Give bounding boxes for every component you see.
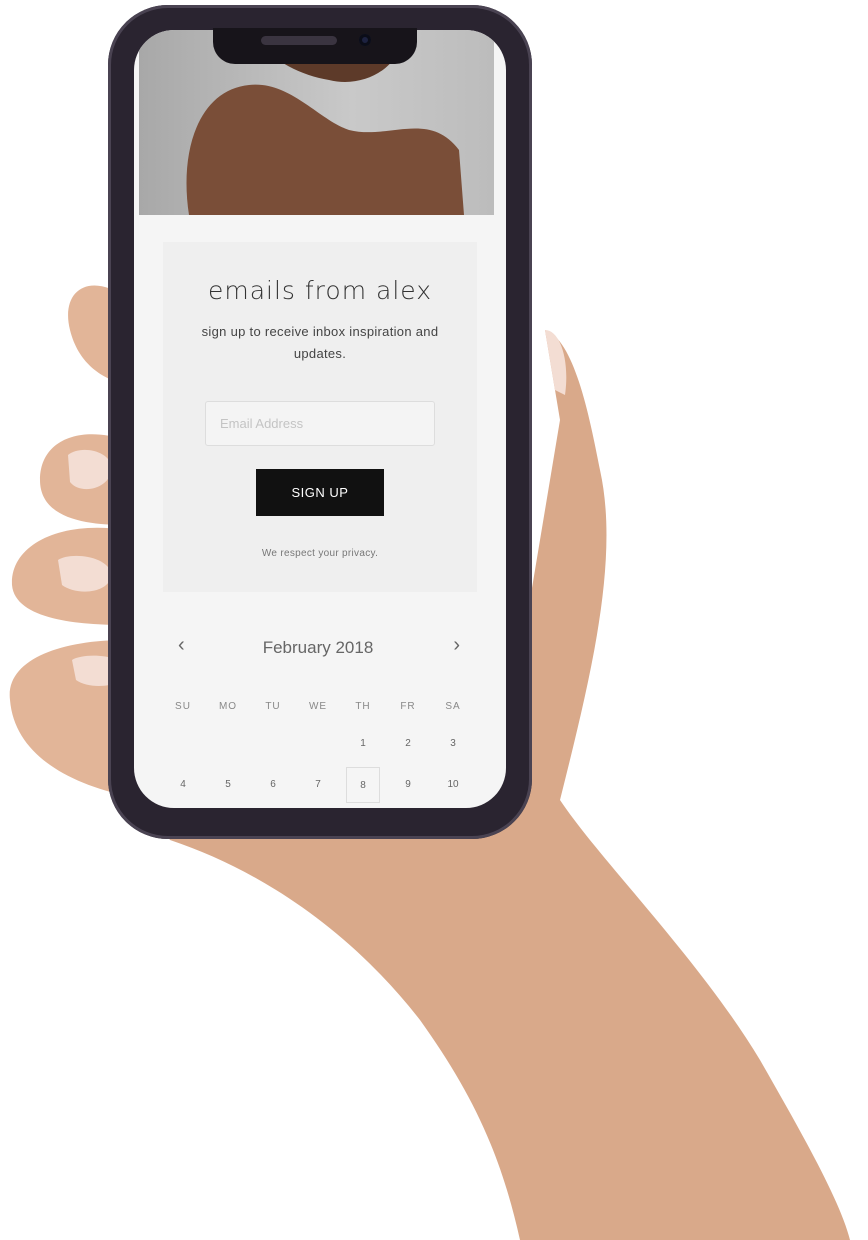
calendar-empty-cell: [162, 726, 204, 762]
signup-title: emails from alex: [207, 276, 433, 305]
speaker-grille: [261, 36, 337, 45]
calendar-empty-cell: [207, 726, 249, 762]
calendar-month: February 2018: [262, 638, 374, 657]
calendar: ‹ February 2018 › SU MO TU WE TH FR SA 1 2 3 4 5 6 7 8…: [162, 630, 474, 808]
weekday-label: FR: [400, 701, 416, 712]
calendar-header: ‹ February 2018 ›: [162, 630, 474, 666]
calendar-day[interactable]: 7: [297, 767, 339, 803]
calendar-day[interactable]: 3: [432, 726, 474, 762]
phone-screen: emails from alex sign up to receive inbo…: [134, 30, 506, 808]
weekday-label: MO: [218, 701, 238, 712]
signup-card: emails from alex sign up to receive inbo…: [163, 242, 477, 592]
calendar-day[interactable]: 6: [252, 767, 294, 803]
weekday-label: TH: [355, 701, 371, 712]
calendar-day[interactable]: 4: [162, 767, 204, 803]
chevron-right-icon[interactable]: ›: [453, 634, 460, 657]
chevron-left-icon[interactable]: ‹: [178, 634, 185, 657]
calendar-grid: SU MO TU WE TH FR SA 1 2 3 4 5 6 7 8 9 10: [162, 688, 474, 808]
calendar-empty-cell: [252, 726, 294, 762]
calendar-day[interactable]: 1: [342, 726, 384, 762]
weekday-label: SU: [175, 701, 191, 712]
email-input[interactable]: [205, 401, 435, 446]
camera-icon: [359, 34, 371, 46]
signup-subtitle: sign up to receive inbox inspiration and…: [201, 324, 439, 361]
calendar-day[interactable]: 2: [387, 726, 429, 762]
weekday-label: TU: [265, 701, 281, 712]
calendar-day[interactable]: 5: [207, 767, 249, 803]
weekday-label: SA: [445, 701, 461, 712]
weekday-label: WE: [308, 701, 328, 712]
calendar-day[interactable]: 10: [432, 767, 474, 803]
calendar-day[interactable]: 9: [387, 767, 429, 803]
privacy-note: We respect your privacy.: [261, 548, 379, 559]
calendar-day[interactable]: 8: [346, 767, 380, 803]
phone-notch: [213, 28, 417, 64]
calendar-empty-cell: [297, 726, 339, 762]
sign-up-button[interactable]: SIGN UP: [256, 469, 384, 516]
